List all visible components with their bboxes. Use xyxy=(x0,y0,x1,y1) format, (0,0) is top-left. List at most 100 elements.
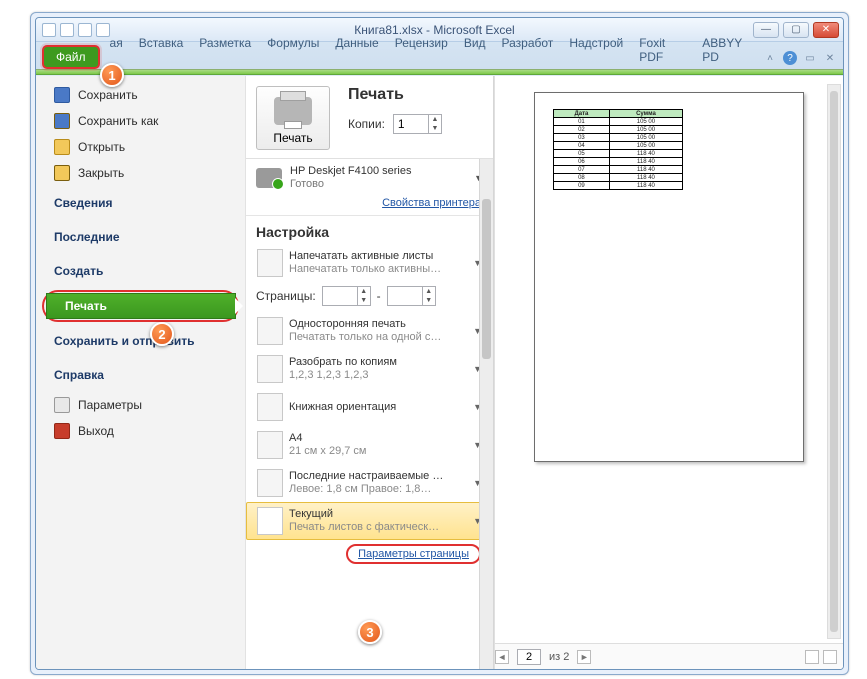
print-button-label: Печать xyxy=(257,131,329,145)
pages-from-input[interactable] xyxy=(323,287,357,305)
option-sides[interactable]: Односторонняя печатьПечатать только на о… xyxy=(246,312,493,350)
page-icon xyxy=(257,317,283,345)
tab-5[interactable]: Рецензир xyxy=(387,32,456,69)
option-margins-title: Последние настраиваемые … xyxy=(289,470,467,483)
sidebar-item-save[interactable]: Сохранить xyxy=(36,82,245,108)
option-print-what[interactable]: Напечатать активные листыНапечатать толь… xyxy=(246,244,493,282)
printer-properties-link[interactable]: Свойства принтера xyxy=(382,197,481,209)
pages-to-spinner[interactable]: ▲▼ xyxy=(387,286,436,306)
prev-page-button[interactable]: ◄ xyxy=(495,650,509,664)
print-button[interactable]: Печать xyxy=(256,86,330,150)
option-sides-title: Односторонняя печать xyxy=(289,318,467,331)
orientation-icon xyxy=(257,393,283,421)
sidebar-item-options[interactable]: Параметры xyxy=(36,392,245,418)
copies-spinner[interactable]: ▲▼ xyxy=(393,114,442,134)
tab-file-label: Файл xyxy=(56,50,86,64)
print-settings-panel: Печать Печать Копии: ▲▼ xyxy=(246,76,494,669)
option-sides-sub: Печатать только на одной с… xyxy=(289,331,467,344)
zoom-to-page-button[interactable] xyxy=(823,650,837,664)
ribbon-minimize-icon[interactable]: ˄ xyxy=(763,51,777,65)
pages-label: Страницы: xyxy=(256,289,316,303)
option-scaling-title: Текущий xyxy=(289,508,467,521)
window-maximize-button[interactable]: ▢ xyxy=(783,22,809,38)
qat-save-icon[interactable] xyxy=(60,23,74,37)
scrollbar-thumb[interactable] xyxy=(830,91,838,632)
option-collate-title: Разобрать по копиям xyxy=(289,356,467,369)
sidebar-item-new[interactable]: Создать xyxy=(36,254,245,288)
sheets-icon xyxy=(257,249,283,277)
sidebar-item-info[interactable]: Сведения xyxy=(36,186,245,220)
next-page-button[interactable]: ► xyxy=(577,650,591,664)
spinner-down-icon[interactable]: ▼ xyxy=(429,124,441,133)
page-setup-link[interactable]: Параметры страницы xyxy=(346,544,481,564)
sidebar-item-share[interactable]: Сохранить и отправить xyxy=(36,324,245,358)
option-collate[interactable]: Разобрать по копиям1,2,3 1,2,3 1,2,3 ▼ xyxy=(246,350,493,388)
printer-name: HP Deskjet F4100 series xyxy=(290,165,466,178)
option-print-what-sub: Напечатать только активны… xyxy=(289,263,467,276)
option-paper[interactable]: A421 см x 29,7 см ▼ xyxy=(246,426,493,464)
callout-badge-1: 1 xyxy=(100,63,124,87)
exit-icon xyxy=(54,423,70,439)
option-orientation[interactable]: Книжная ориентация ▼ xyxy=(246,388,493,426)
page-setup-label: Параметры страницы xyxy=(358,548,469,560)
sidebar-label-exit: Выход xyxy=(78,424,114,438)
help-icon[interactable]: ? xyxy=(783,51,797,65)
tab-9[interactable]: Foxit PDF xyxy=(631,32,694,69)
paper-icon xyxy=(257,431,283,459)
tab-4[interactable]: Данные xyxy=(327,32,386,69)
tab-6[interactable]: Вид xyxy=(456,32,494,69)
callout-badge-3: 3 xyxy=(358,620,382,644)
backstage-sidebar: Сохранить Сохранить как Открыть Закрыть … xyxy=(36,76,246,669)
collate-icon xyxy=(257,355,283,383)
doc-close-icon[interactable]: ✕ xyxy=(823,51,837,65)
sidebar-label-saveas: Сохранить как xyxy=(78,114,158,128)
margins-icon xyxy=(257,469,283,497)
sidebar-item-exit[interactable]: Выход xyxy=(36,418,245,444)
settings-scrollbar[interactable] xyxy=(479,159,493,669)
spinner-up-icon[interactable]: ▲ xyxy=(429,115,441,124)
pages-from-spinner[interactable]: ▲▼ xyxy=(322,286,371,306)
option-paper-title: A4 xyxy=(289,432,467,445)
printer-status-icon xyxy=(256,168,282,188)
option-margins[interactable]: Последние настраиваемые …Левое: 1,8 см П… xyxy=(246,464,493,502)
tab-2[interactable]: Разметка xyxy=(191,32,259,69)
print-heading: Печать xyxy=(348,86,483,104)
sidebar-item-recent[interactable]: Последние xyxy=(36,220,245,254)
printer-selector[interactable]: HP Deskjet F4100 series Готово ▼ xyxy=(246,159,493,193)
scrollbar-thumb[interactable] xyxy=(482,199,491,359)
option-scaling[interactable]: ТекущийПечать листов с фактическ… ▼ xyxy=(246,502,493,540)
pages-to-input[interactable] xyxy=(388,287,422,305)
pages-sep: - xyxy=(377,289,381,303)
tab-file[interactable]: Файл xyxy=(42,45,100,69)
tab-1[interactable]: Вставка xyxy=(131,32,192,69)
page-number-input[interactable] xyxy=(517,649,541,665)
options-icon xyxy=(54,397,70,413)
sidebar-item-open[interactable]: Открыть xyxy=(36,134,245,160)
printer-icon xyxy=(274,97,312,125)
window-close-button[interactable]: ✕ xyxy=(813,22,839,38)
sidebar-label-info: Сведения xyxy=(54,196,112,210)
option-paper-sub: 21 см x 29,7 см xyxy=(289,445,467,458)
doc-restore-icon[interactable]: ▭ xyxy=(803,51,817,65)
preview-table: ДатаСумма01105 0002105 0003105 0004105 0… xyxy=(553,109,683,190)
sidebar-label-save: Сохранить xyxy=(78,88,138,102)
sidebar-item-help[interactable]: Справка xyxy=(36,358,245,392)
tab-10[interactable]: ABBYY PD xyxy=(694,32,763,69)
sidebar-label-open: Открыть xyxy=(78,140,125,154)
option-print-what-title: Напечатать активные листы xyxy=(289,250,467,263)
copies-input[interactable] xyxy=(394,115,428,133)
qat-undo-icon[interactable] xyxy=(78,23,92,37)
show-margins-button[interactable] xyxy=(805,650,819,664)
option-margins-sub: Левое: 1,8 см Правое: 1,8… xyxy=(289,483,467,496)
preview-scrollbar[interactable] xyxy=(827,84,841,639)
tab-3[interactable]: Формулы xyxy=(259,32,327,69)
ribbon: Файл аяВставкаРазметкаФормулыДанныеРецен… xyxy=(36,42,843,70)
option-collate-sub: 1,2,3 1,2,3 1,2,3 xyxy=(289,369,467,382)
settings-heading: Настройка xyxy=(246,215,493,244)
tab-7[interactable]: Разработ xyxy=(494,32,562,69)
tab-8[interactable]: Надстрой xyxy=(561,32,631,69)
printer-status: Готово xyxy=(290,178,466,191)
sidebar-item-print[interactable]: Печать xyxy=(46,293,236,319)
sidebar-item-saveas[interactable]: Сохранить как xyxy=(36,108,245,134)
sidebar-item-close[interactable]: Закрыть xyxy=(36,160,245,186)
